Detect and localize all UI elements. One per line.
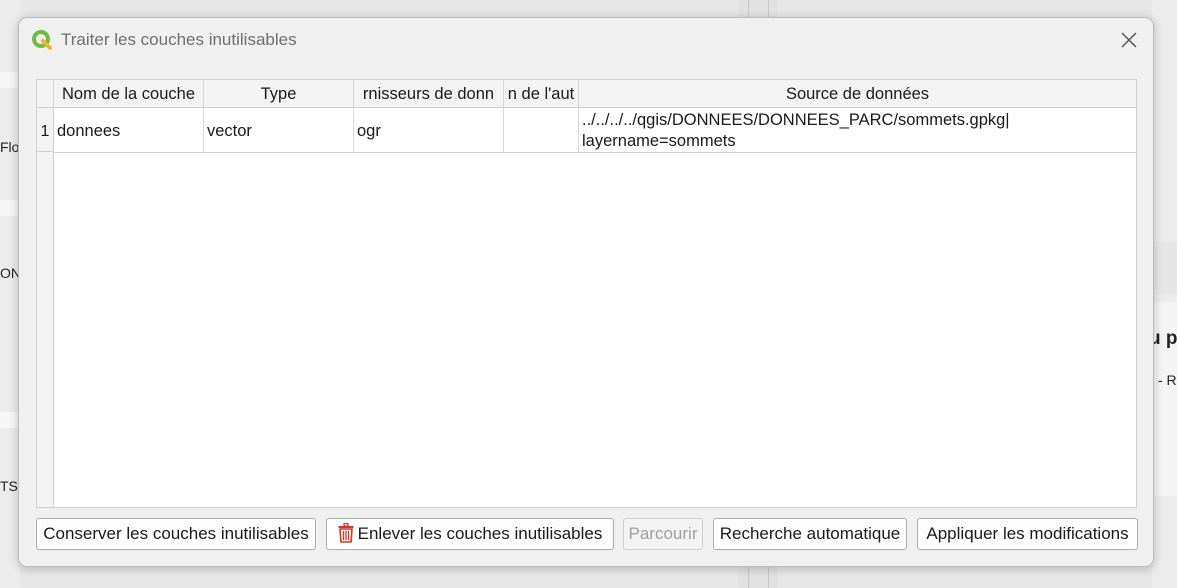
- column-header-provider[interactable]: rnisseurs de donn: [354, 80, 504, 107]
- background-right-panel: u p - R: [1149, 0, 1177, 588]
- remove-bad-layers-button[interactable]: Enlever les couches inutilisables: [326, 518, 614, 550]
- background-label: - R: [1158, 372, 1177, 388]
- column-header-type[interactable]: Type: [204, 80, 354, 107]
- background-band: [0, 200, 20, 216]
- dialog-titlebar[interactable]: Traiter les couches inutilisables: [19, 18, 1153, 62]
- column-header-auth[interactable]: n de l'aut: [504, 80, 579, 107]
- handle-bad-layers-dialog: Traiter les couches inutilisables Nom de…: [18, 17, 1154, 567]
- keep-bad-layers-button[interactable]: Conserver les couches inutilisables: [36, 518, 316, 550]
- cell-data-source[interactable]: ../../../../qgis/DONNEES/DONNEES_PARC/so…: [579, 108, 1136, 152]
- remove-button-label: Enlever les couches inutilisables: [357, 524, 603, 543]
- background-band: [1152, 242, 1177, 294]
- close-button[interactable]: [1115, 26, 1143, 54]
- background-band: [0, 412, 20, 428]
- data-source-line: layername=sommets: [582, 132, 736, 150]
- auto-search-button[interactable]: Recherche automatique: [713, 518, 907, 550]
- close-icon: [1121, 32, 1137, 48]
- background-band: [0, 72, 20, 88]
- background-left-panel: Flo ON TS: [0, 0, 21, 588]
- browse-button[interactable]: Parcourir: [623, 518, 703, 550]
- column-header-data-source[interactable]: Source de données: [579, 80, 1136, 107]
- cell-auth[interactable]: [504, 108, 579, 152]
- trash-icon: [338, 522, 354, 549]
- qgis-logo-icon: [31, 29, 53, 51]
- cell-provider[interactable]: ogr: [354, 108, 504, 152]
- corner-header[interactable]: [37, 80, 54, 107]
- bad-layers-table[interactable]: Nom de la couche Type rnisseurs de donn …: [36, 79, 1137, 508]
- data-source-line: ../../../../qgis/DONNEES/DONNEES_PARC/so…: [582, 111, 1010, 129]
- table-header: Nom de la couche Type rnisseurs de donn …: [37, 80, 1136, 108]
- cell-type[interactable]: vector: [204, 108, 354, 152]
- row-number[interactable]: 1: [37, 108, 53, 152]
- dialog-title: Traiter les couches inutilisables: [61, 30, 297, 49]
- background-label: Flo: [0, 139, 20, 155]
- apply-changes-button[interactable]: Appliquer les modifications: [917, 518, 1138, 550]
- table-row[interactable]: donnees vector ogr ../../../../qgis/DONN…: [54, 108, 1136, 153]
- cell-layer-name[interactable]: donnees: [54, 108, 204, 152]
- row-header-column: [37, 108, 54, 507]
- background-label: TS: [0, 478, 18, 494]
- column-header-layer-name[interactable]: Nom de la couche: [54, 80, 204, 107]
